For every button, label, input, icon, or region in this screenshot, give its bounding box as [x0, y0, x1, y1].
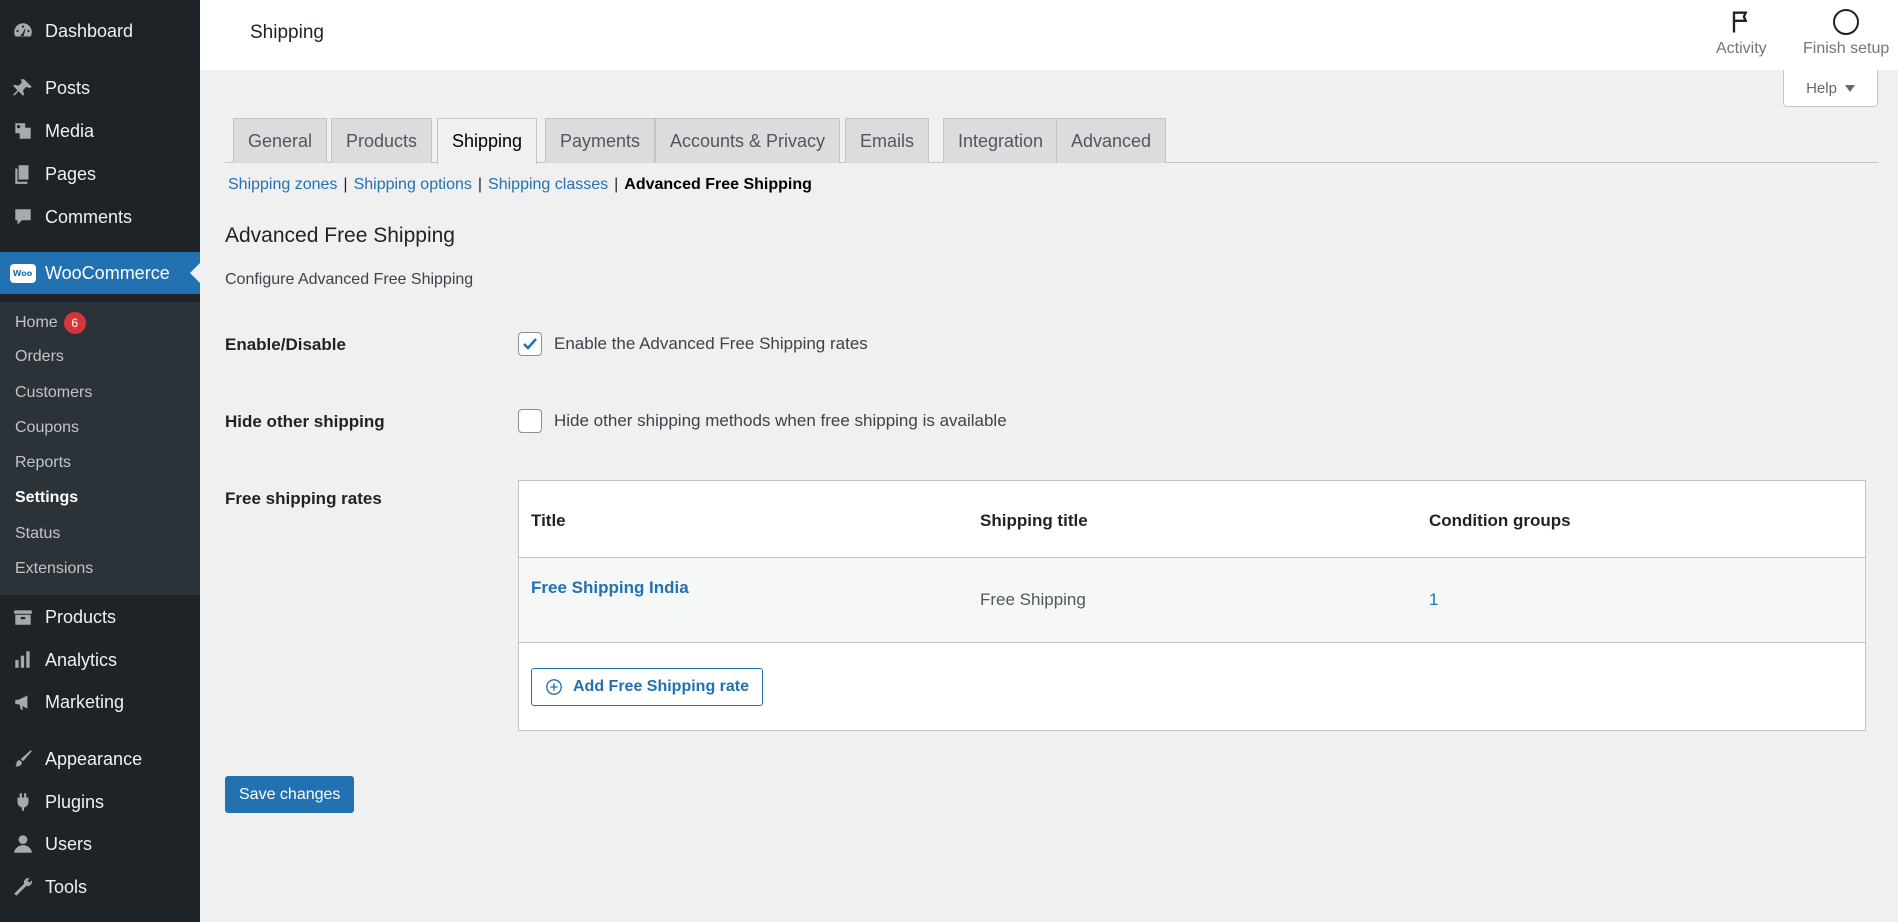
separator: |	[477, 176, 483, 193]
tab-emails[interactable]: Emails	[845, 118, 930, 163]
tab-shipping[interactable]: Shipping	[437, 118, 538, 164]
menu-item-comments[interactable]: Comments	[0, 197, 200, 237]
megaphone-icon	[0, 691, 45, 713]
menu-item-label: Media	[45, 120, 95, 141]
menu-item-plugins[interactable]: Plugins	[0, 782, 200, 822]
enable-rates-checkbox[interactable]	[518, 332, 542, 356]
submenu-item-orders[interactable]: Orders	[15, 348, 64, 366]
dashboard-icon	[0, 20, 45, 42]
progress-circle-icon	[1833, 9, 1860, 35]
separator: |	[614, 176, 619, 193]
rate-title-link[interactable]: Free Shipping India	[531, 578, 689, 598]
menu-item-label: Comments	[45, 206, 133, 227]
section-description: Configure Advanced Free Shipping	[225, 271, 474, 288]
notification-count-badge: 6	[63, 312, 86, 334]
free-shipping-rates-label: Free shipping rates	[225, 489, 382, 508]
media-icon	[0, 120, 45, 142]
menu-item-label: Tools	[45, 876, 88, 897]
menu-item-label: Marketing	[45, 691, 125, 712]
submenu-item-home[interactable]: Home 6	[15, 312, 86, 334]
menu-item-marketing[interactable]: Marketing	[0, 682, 200, 722]
flag-icon	[1733, 11, 1748, 33]
admin-sidebar: Dashboard Posts Media Pages Comments Woo…	[0, 0, 200, 922]
table-row: Free Shipping India Free Shipping 1	[519, 557, 1865, 643]
submenu-item-status[interactable]: Status	[15, 525, 60, 543]
section-title: Advanced Free Shipping	[225, 224, 455, 247]
plus-circle-icon	[546, 679, 562, 695]
page-title: Shipping	[250, 22, 324, 43]
submenu-item-extensions[interactable]: Extensions	[15, 560, 93, 578]
comment-icon	[0, 206, 45, 228]
submenu-item-customers[interactable]: Customers	[15, 384, 92, 402]
finish-setup-button[interactable]: Finish setup	[1803, 8, 1889, 58]
link-shipping-classes[interactable]: Shipping classes	[488, 176, 608, 194]
brush-icon	[0, 748, 45, 770]
menu-item-posts[interactable]: Posts	[0, 68, 200, 108]
column-header-shipping-title: Shipping title	[980, 511, 1088, 530]
add-free-shipping-rate-button[interactable]: Add Free Shipping rate	[531, 668, 764, 706]
free-shipping-rates-table: Title Shipping title Condition groups Fr…	[518, 480, 1866, 731]
hide-other-shipping-checkbox[interactable]	[518, 409, 542, 433]
pages-icon	[0, 163, 45, 185]
checkmark-icon	[523, 338, 537, 350]
tab-advanced[interactable]: Advanced	[1056, 118, 1167, 163]
menu-item-label: Analytics	[45, 649, 118, 670]
archive-icon	[0, 606, 45, 628]
menu-item-dashboard[interactable]: Dashboard	[0, 11, 200, 51]
menu-item-tools[interactable]: Tools	[0, 867, 200, 907]
hide-other-shipping-row: Hide other shipping methods when free sh…	[518, 409, 1007, 433]
menu-item-label: Appearance	[45, 748, 143, 769]
menu-item-users[interactable]: Users	[0, 824, 200, 864]
help-button[interactable]: Help	[1783, 70, 1878, 107]
tab-products[interactable]: Products	[331, 118, 433, 163]
menu-item-media[interactable]: Media	[0, 111, 200, 151]
menu-item-label: Dashboard	[45, 20, 134, 41]
rate-shipping-title: Free Shipping	[980, 590, 1086, 609]
link-shipping-options[interactable]: Shipping options	[354, 176, 472, 194]
submenu-item-coupons[interactable]: Coupons	[15, 419, 79, 437]
wrench-icon	[0, 876, 45, 898]
rate-condition-groups: 1	[1429, 590, 1439, 609]
shipping-subsections: Shipping zones | Shipping options | Ship…	[228, 176, 812, 194]
menu-item-label: WooCommerce	[45, 262, 170, 283]
menu-item-label: Posts	[45, 77, 91, 98]
tab-integration[interactable]: Integration	[943, 118, 1059, 163]
column-header-condition-groups: Condition groups	[1429, 511, 1571, 530]
menu-item-analytics[interactable]: Analytics	[0, 640, 200, 680]
menu-item-products[interactable]: Products	[0, 597, 200, 637]
header-bar: Shipping Activity Finish setup	[200, 0, 1898, 70]
submenu-item-settings[interactable]: Settings	[15, 489, 78, 507]
woocommerce-icon: Woo	[0, 263, 45, 283]
menu-item-label: Plugins	[45, 791, 105, 812]
tab-general[interactable]: General	[233, 118, 328, 163]
woocommerce-submenu: Home 6 Orders Customers Coupons Reports …	[0, 302, 200, 595]
submenu-item-reports[interactable]: Reports	[15, 454, 71, 472]
pin-icon	[0, 77, 45, 99]
settings-tabs: General Products Shipping Payments Accou…	[225, 118, 1878, 164]
menu-item-label: Products	[45, 606, 117, 627]
activity-button[interactable]: Activity	[1716, 8, 1767, 58]
menu-item-pages[interactable]: Pages	[0, 154, 200, 194]
chart-icon	[0, 649, 45, 671]
tab-accounts-privacy[interactable]: Accounts & Privacy	[655, 118, 841, 163]
plugin-icon	[0, 791, 45, 813]
menu-item-appearance[interactable]: Appearance	[0, 739, 200, 779]
menu-item-label: Pages	[45, 163, 97, 184]
menu-item-label: Users	[45, 833, 93, 854]
enable-rates-label: Enable the Advanced Free Shipping rates	[554, 334, 868, 353]
current-subsection: Advanced Free Shipping	[624, 176, 812, 193]
user-icon	[0, 833, 45, 855]
enable-disable-label: Enable/Disable	[225, 335, 346, 354]
hide-other-shipping-label: Hide other shipping	[225, 412, 385, 431]
caret-down-icon	[1844, 84, 1855, 92]
separator: |	[343, 176, 348, 193]
hide-other-shipping-text: Hide other shipping methods when free sh…	[554, 411, 1007, 430]
enable-rates-row: Enable the Advanced Free Shipping rates	[518, 332, 868, 356]
column-header-title: Title	[531, 511, 566, 530]
save-changes-button[interactable]: Save changes	[225, 776, 355, 813]
tab-payments[interactable]: Payments	[545, 118, 656, 163]
link-shipping-zones[interactable]: Shipping zones	[228, 176, 337, 194]
menu-item-woocommerce[interactable]: Woo WooCommerce	[0, 252, 200, 294]
